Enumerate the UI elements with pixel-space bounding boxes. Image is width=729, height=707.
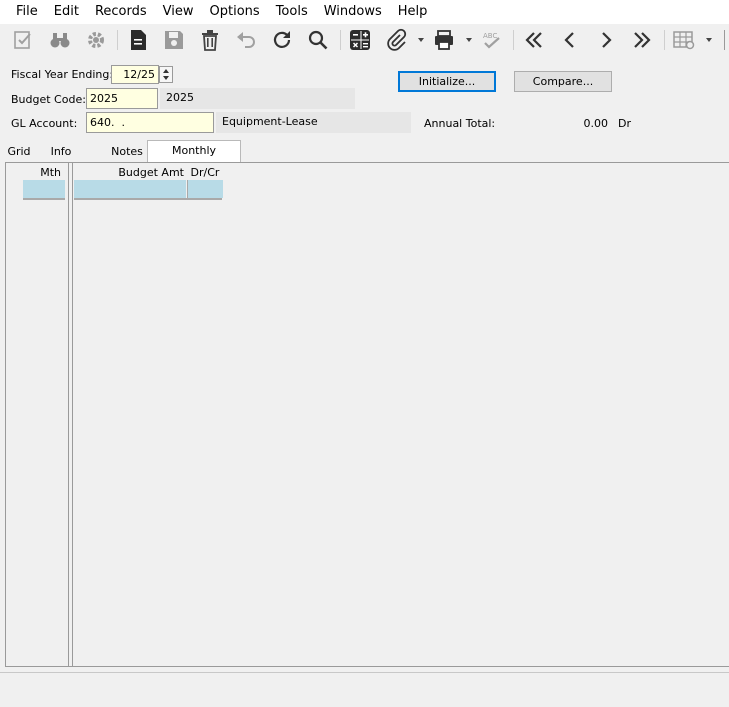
fiscal-year-field[interactable]: 12/25: [111, 65, 159, 84]
column-header-drcr[interactable]: Dr/Cr: [188, 166, 222, 180]
grid-splitter: [72, 163, 73, 666]
grid-splitter[interactable]: [68, 163, 69, 666]
toolbar-separator: [117, 30, 118, 50]
chevron-down-icon[interactable]: [466, 38, 472, 42]
menu-tools[interactable]: Tools: [268, 0, 316, 24]
annual-total-label: Annual Total:: [424, 117, 496, 130]
binoculars-icon[interactable]: [48, 28, 72, 52]
gl-account-description: Equipment-Lease: [216, 112, 411, 133]
fiscal-year-label: Fiscal Year Ending:: [11, 68, 114, 81]
menu-view[interactable]: View: [155, 0, 202, 24]
toolbar-separator: [513, 30, 514, 50]
fiscal-year-spinner[interactable]: [159, 66, 173, 83]
grid-row-divider: [23, 198, 65, 200]
gl-account-field[interactable]: 640. .: [86, 112, 214, 133]
document-icon[interactable]: [126, 28, 150, 52]
svg-text:ABC: ABC: [483, 32, 497, 40]
toolbar-overflow-indicator: [724, 30, 725, 50]
budget-code-description: 2025: [160, 88, 355, 109]
gear-icon[interactable]: [84, 28, 108, 52]
tab-info[interactable]: Info: [46, 142, 76, 162]
menu-options[interactable]: Options: [202, 0, 268, 24]
paperclip-icon[interactable]: [384, 28, 408, 52]
calculator-icon[interactable]: [348, 28, 372, 52]
annual-total-drcr: Dr: [618, 117, 631, 130]
tab-grid[interactable]: Grid: [5, 142, 33, 162]
menu-help[interactable]: Help: [390, 0, 436, 24]
menu-file[interactable]: File: [8, 0, 46, 24]
gl-account-label: GL Account:: [11, 117, 78, 130]
trash-icon[interactable]: [198, 28, 222, 52]
grid-cell-drcr[interactable]: [187, 180, 223, 198]
previous-record-icon[interactable]: [558, 28, 582, 52]
toolbar: ABC: [0, 24, 729, 56]
chevron-down-icon[interactable]: [706, 38, 712, 42]
refresh-icon[interactable]: [270, 28, 294, 52]
last-record-icon[interactable]: [630, 28, 654, 52]
search-icon[interactable]: [306, 28, 330, 52]
budget-code-field[interactable]: 2025: [86, 88, 158, 109]
spin-down-icon[interactable]: [163, 76, 169, 80]
menu-records[interactable]: Records: [87, 0, 155, 24]
column-header-mth[interactable]: Mth: [23, 166, 61, 180]
column-header-budget-amt[interactable]: Budget Amt: [74, 166, 184, 180]
status-bar: [0, 672, 729, 707]
menu-windows[interactable]: Windows: [316, 0, 390, 24]
menu-bar: File Edit Records View Options Tools Win…: [0, 0, 729, 24]
print-icon[interactable]: [432, 28, 456, 52]
spellcheck-icon[interactable]: ABC: [480, 28, 504, 52]
annual-total-value: 0.00: [583, 117, 609, 130]
menu-edit[interactable]: Edit: [46, 0, 87, 24]
grid-settings-icon[interactable]: [672, 28, 696, 52]
tab-monthly-budgets[interactable]: Monthly Budgets: [147, 140, 241, 177]
toolbar-separator: [340, 30, 341, 50]
grid-cell-budget-amt[interactable]: [74, 180, 186, 198]
grid-row-divider: [74, 198, 222, 200]
next-record-icon[interactable]: [594, 28, 618, 52]
grid-cell-mth[interactable]: [23, 180, 65, 198]
initialize-button[interactable]: Initialize...: [398, 71, 496, 92]
chevron-down-icon[interactable]: [418, 38, 424, 42]
monthly-budgets-grid: Mth Budget Amt Dr/Cr: [5, 162, 729, 667]
budget-code-label: Budget Code:: [11, 93, 86, 106]
tab-strip: Grid Info Notes Monthly Budgets: [0, 140, 729, 177]
undo-icon[interactable]: [234, 28, 258, 52]
tab-notes[interactable]: Notes: [108, 142, 146, 162]
first-record-icon[interactable]: [522, 28, 546, 52]
toolbar-separator: [664, 30, 665, 50]
spin-up-icon[interactable]: [163, 69, 169, 73]
save-icon[interactable]: [162, 28, 186, 52]
compare-button[interactable]: Compare...: [514, 71, 612, 92]
checklist-icon[interactable]: [11, 28, 35, 52]
